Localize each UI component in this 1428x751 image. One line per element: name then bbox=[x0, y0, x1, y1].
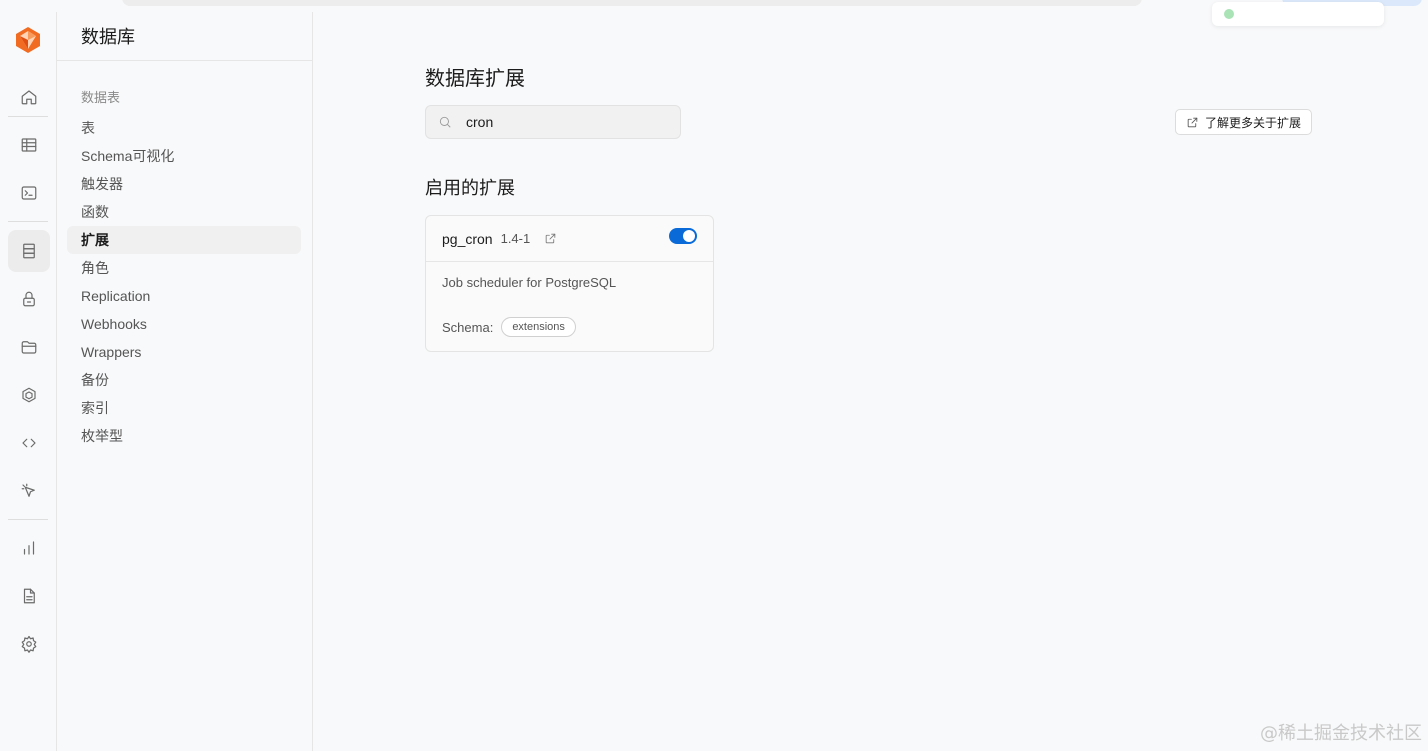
home-icon[interactable] bbox=[8, 76, 50, 118]
reports-chart-icon[interactable] bbox=[8, 527, 50, 569]
realtime-cursor-icon[interactable] bbox=[8, 470, 50, 512]
sidebar-nav: 表 Schema可视化 触发器 函数 扩展 角色 Replication Web… bbox=[67, 114, 301, 450]
external-link-icon bbox=[1187, 117, 1198, 127]
sidebar-item-schema-visualizer[interactable]: Schema可视化 bbox=[67, 142, 301, 170]
address-bar[interactable] bbox=[122, 0, 1142, 6]
sidebar-item-backups[interactable]: 备份 bbox=[67, 366, 301, 394]
database-icon[interactable] bbox=[8, 230, 50, 272]
sidebar-item-extensions[interactable]: 扩展 bbox=[67, 226, 301, 254]
sidebar-item-functions[interactable]: 函数 bbox=[67, 198, 301, 226]
extension-schema-row: Schema: extensions bbox=[442, 317, 576, 337]
table-editor-icon[interactable] bbox=[8, 124, 50, 166]
icon-rail bbox=[0, 12, 57, 751]
supabase-logo-icon[interactable] bbox=[14, 26, 42, 54]
sidebar-item-replication[interactable]: Replication bbox=[67, 282, 301, 310]
toggle-knob bbox=[683, 230, 695, 242]
search-icon bbox=[439, 116, 451, 128]
rail-divider bbox=[8, 519, 48, 520]
main-content: 数据库扩展 了解更多关于扩展 启用的扩展 pg_cron 1.4-1 Job s… bbox=[313, 12, 1428, 751]
extension-version: 1.4-1 bbox=[500, 231, 531, 246]
extension-search[interactable] bbox=[425, 105, 681, 139]
extension-card-header: pg_cron 1.4-1 bbox=[426, 216, 713, 262]
database-sidebar: 数据库 数据表 表 Schema可视化 触发器 函数 扩展 角色 Replica… bbox=[57, 12, 313, 751]
learn-more-label: 了解更多关于扩展 bbox=[1205, 115, 1302, 130]
enabled-extensions-heading: 启用的扩展 bbox=[425, 178, 515, 198]
schema-label: Schema: bbox=[442, 319, 494, 335]
sidebar-item-tables[interactable]: 表 bbox=[67, 114, 301, 142]
settings-gear-icon[interactable] bbox=[8, 623, 50, 665]
sidebar-item-roles[interactable]: 角色 bbox=[67, 254, 301, 282]
sidebar-item-wrappers[interactable]: Wrappers bbox=[67, 338, 301, 366]
extension-enabled-toggle[interactable] bbox=[669, 228, 697, 244]
sidebar-item-enums[interactable]: 枚举型 bbox=[67, 422, 301, 450]
extension-description: Job scheduler for PostgreSQL bbox=[442, 275, 617, 290]
learn-more-button[interactable]: 了解更多关于扩展 bbox=[1175, 109, 1313, 135]
schema-badge: extensions bbox=[501, 317, 576, 337]
search-input[interactable] bbox=[466, 114, 656, 130]
rail-divider bbox=[8, 116, 48, 117]
sidebar-item-indexes[interactable]: 索引 bbox=[67, 394, 301, 422]
sidebar-title: 数据库 bbox=[57, 12, 312, 61]
sidebar-item-webhooks[interactable]: Webhooks bbox=[67, 310, 301, 338]
rail-divider bbox=[8, 221, 48, 222]
edge-functions-icon[interactable] bbox=[8, 374, 50, 416]
watermark: @稀土掘金技术社区 bbox=[1260, 723, 1422, 744]
logs-document-icon[interactable] bbox=[8, 575, 50, 617]
auth-lock-icon[interactable] bbox=[8, 278, 50, 320]
api-code-icon[interactable] bbox=[8, 422, 50, 464]
sidebar-section-title: 数据表 bbox=[81, 90, 121, 105]
page-title: 数据库扩展 bbox=[425, 68, 525, 90]
extension-name: pg_cron bbox=[442, 230, 493, 247]
extension-card: pg_cron 1.4-1 Job scheduler for PostgreS… bbox=[425, 215, 714, 352]
sidebar-item-triggers[interactable]: 触发器 bbox=[67, 170, 301, 198]
extension-docs-link-icon[interactable] bbox=[544, 232, 558, 246]
sql-editor-icon[interactable] bbox=[8, 172, 50, 214]
storage-icon[interactable] bbox=[8, 326, 50, 368]
